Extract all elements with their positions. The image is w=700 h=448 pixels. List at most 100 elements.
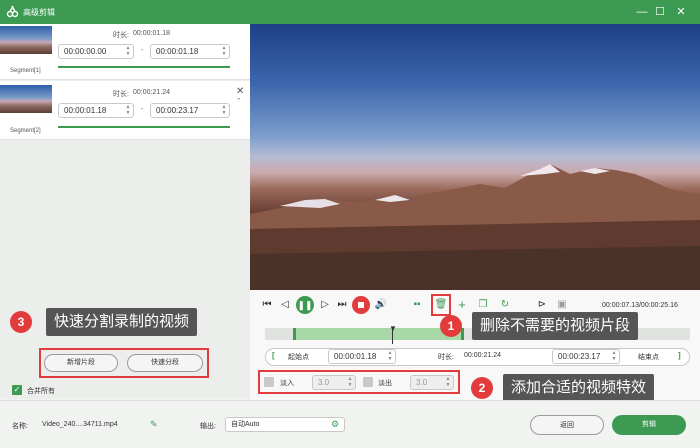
title-bar: 高级剪辑 — ☐ ✕ [0,0,700,24]
stop-button[interactable] [352,296,370,314]
segment-label: Segment[2] [10,128,41,134]
merge-all-label: 合并所有 [27,388,55,395]
timeline-end-input[interactable]: 00:00:23.17 ▲ ▼ [552,349,620,364]
callout-number-3: 3 [10,311,32,333]
segment-start-input[interactable]: 00:00:01.18 ▲ ▼ [58,103,134,118]
segment-start-input[interactable]: 00:00:00.00 ▲ ▼ [58,44,134,59]
delete-icon[interactable]: 🗑 [434,298,448,312]
output-value: 自动Auto [231,421,260,428]
range-separator: - [141,47,144,54]
back-button[interactable]: 返回 [530,415,604,435]
fade-in-input[interactable]: 3.0 ▲ ▼ [312,375,356,390]
output-label: 输出: [200,423,216,430]
fade-out-checkbox[interactable] [363,377,373,387]
duration-label: 时长: [113,32,129,39]
timeline-handle-left[interactable] [293,328,296,340]
timeline-start-input[interactable]: 00:00:01.18 ▲ ▼ [328,349,396,364]
minimize-button[interactable]: — [634,4,650,20]
start-value: 00:00:01.18 [64,106,107,115]
segment-progress-fill [58,126,230,128]
fade-in-checkbox[interactable] [264,377,274,387]
start-point-value: 00:00:01.18 [334,352,377,361]
file-name-value: Video_240....34711.mp4 [42,421,118,428]
timeline-handle-right[interactable] [461,328,464,340]
output-select[interactable]: 自动Auto [225,417,345,432]
end-value: 00:00:23.17 [156,106,199,115]
fade-in-label: 淡入 [280,380,294,387]
app-logo-icon [6,5,19,18]
remove-segment-icon[interactable]: ✕ [236,86,244,97]
step-forward-icon[interactable]: ▷ [318,298,332,312]
quick-split-button[interactable]: 快速分段 [127,354,203,372]
timeline-selection[interactable] [293,328,463,340]
segment-item[interactable]: Segment[1] 时长: 00:00:01.18 00:00:00.00 ▲… [0,24,250,80]
split-icon[interactable]: ▪▪ [410,298,424,312]
file-name-label: 名称: [12,423,28,430]
spinner-icon[interactable]: ▲ ▼ [124,45,132,58]
callout-number-1: 1 [440,315,462,337]
segment-thumbnail [0,85,52,113]
fade-out-label: 淡出 [378,380,392,387]
volume-icon[interactable]: 🔊 [374,298,388,312]
segment-progress [58,66,230,68]
spinner-icon[interactable]: ▲ ▼ [220,104,228,117]
timeline-duration-value: 00:00:21.24 [464,352,501,359]
start-point-label[interactable]: 起始点 [288,352,309,362]
fade-out-value: 3.0 [416,378,428,387]
duration-value: 00:00:21.24 [133,89,170,96]
video-frame [250,164,700,290]
pause-button[interactable]: ❚❚ [296,296,314,314]
new-segment-button[interactable]: 新增片段 [44,354,118,372]
segment-progress-fill [58,66,230,68]
close-button[interactable]: ✕ [673,4,689,20]
segment-end-input[interactable]: 00:00:23.17 ▲ ▼ [150,103,230,118]
settings-gear-icon[interactable]: ⚙ [331,419,339,430]
end-value: 00:00:01.18 [156,47,199,56]
stop-icon [358,302,364,308]
segment-thumbnail [0,26,52,54]
spinner-icon[interactable]: ▲ ▼ [220,45,228,58]
segment-end-input[interactable]: 00:00:01.18 ▲ ▼ [150,44,230,59]
segment-item[interactable]: Segment[2] 时长: 00:00:21.24 ✕ ⌃ 00:00:01.… [0,81,250,140]
preview-icon[interactable]: ⊳ [535,298,549,312]
duration-label: 时长: [113,91,129,98]
fullscreen-icon[interactable]: ▣ [555,298,569,312]
spinner-icon[interactable]: ▲ ▼ [346,376,354,389]
refresh-icon[interactable]: ↻ [498,298,512,312]
callout-number-2: 2 [471,377,493,399]
step-back-icon[interactable]: ◁ [278,298,292,312]
edit-name-icon[interactable]: ✎ [150,419,158,430]
spinner-icon[interactable]: ▲ ▼ [444,376,452,389]
duration-value: 00:00:01.18 [133,30,170,37]
start-value: 00:00:00.00 [64,47,107,56]
fade-out-input[interactable]: 3.0 ▲ ▼ [410,375,454,390]
playhead-line [392,328,393,344]
skip-end-icon[interactable]: ⏭ [335,298,349,312]
skip-start-icon[interactable]: ⏮ [260,298,274,312]
segment-progress [58,126,230,128]
end-point-label[interactable]: 结束点 [638,352,659,362]
spinner-icon[interactable]: ▲ ▼ [610,350,618,363]
cut-button[interactable]: 剪辑 [612,415,686,435]
chevron-up-icon[interactable]: ⌃ [236,97,242,105]
segment-panel: Segment[1] 时长: 00:00:01.18 00:00:00.00 ▲… [0,24,250,399]
bracket-left-icon[interactable]: [ [272,351,275,360]
bottom-bar: 名称: Video_240....34711.mp4 ✎ 输出: 自动Auto … [0,400,700,448]
callout-text-1: 删除不需要的视频片段 [472,312,639,340]
video-preview[interactable] [250,24,700,290]
add-icon[interactable]: + [455,298,469,312]
range-separator: - [141,106,144,113]
merge-all-checkbox[interactable]: ✓ [12,385,22,395]
end-point-value: 00:00:23.17 [558,352,601,361]
window-title: 高级剪辑 [23,8,55,17]
spinner-icon[interactable]: ▲ ▼ [124,104,132,117]
copy-icon[interactable]: ❐ [476,298,490,312]
callout-text-2: 添加合适的视频特效 [503,374,655,402]
timeline-duration-label: 时长: [438,354,454,361]
segment-label: Segment[1] [10,68,41,74]
callout-text-3: 快速分割录制的视频 [46,308,198,336]
spinner-icon[interactable]: ▲ ▼ [386,350,394,363]
playback-time: 00:00:07.13/00:00:25.16 [602,302,678,309]
maximize-button[interactable]: ☐ [652,4,668,20]
bracket-right-icon[interactable]: ] [678,351,681,360]
